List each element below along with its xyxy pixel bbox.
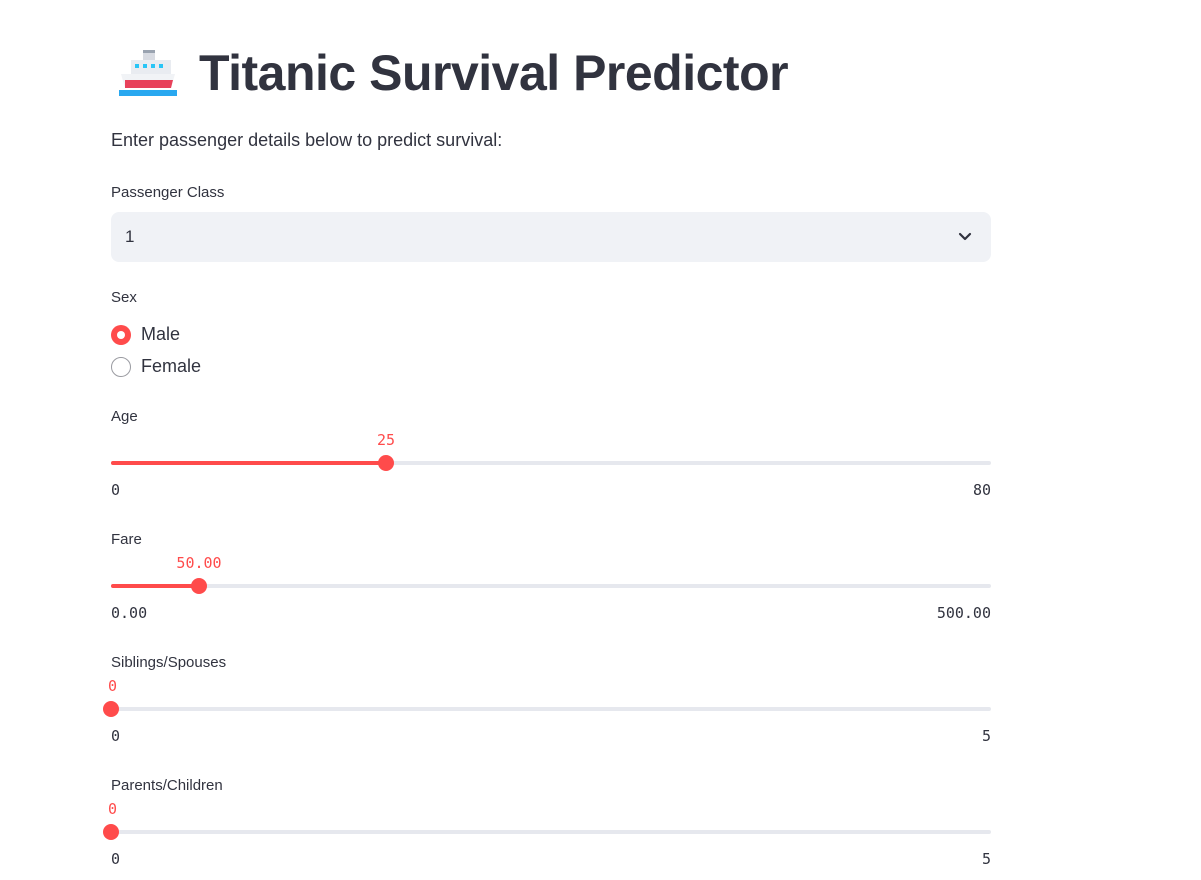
radio-male[interactable]: Male <box>111 324 180 345</box>
passenger-class-label: Passenger Class <box>111 184 225 201</box>
siblings-spouses-label: Siblings/Spouses <box>111 654 227 671</box>
slider-min-label: 0 <box>111 727 121 745</box>
slider-value: 0 <box>108 677 118 695</box>
slider-thumb[interactable] <box>378 455 394 471</box>
radio-male-label: Male <box>141 324 181 344</box>
slider-fill <box>111 461 386 465</box>
siblings-spouses-slider[interactable]: 0 0 5 <box>103 677 991 757</box>
chevron-down-icon <box>958 232 972 241</box>
slider-value: 25 <box>376 431 396 449</box>
slider-value: 0 <box>108 800 118 818</box>
fare-label: Fare <box>111 531 142 548</box>
radio-unselected-icon <box>111 356 131 377</box>
passenger-class-select[interactable]: 1 <box>111 212 991 262</box>
radio-selected-icon <box>111 324 131 345</box>
ship-icon <box>119 50 177 96</box>
slider-thumb[interactable] <box>103 701 119 717</box>
slider-track[interactable] <box>111 707 991 711</box>
slider-track[interactable] <box>111 584 991 588</box>
age-label: Age <box>111 408 138 425</box>
passenger-class-value: 1 <box>125 227 135 246</box>
slider-thumb[interactable] <box>191 578 207 594</box>
parents-children-label: Parents/Children <box>111 777 223 794</box>
slider-track[interactable] <box>111 830 991 834</box>
slider-min-label: 0.00 <box>111 604 148 622</box>
age-slider[interactable]: 25 0 80 <box>111 431 991 511</box>
fare-slider[interactable]: 50.00 0.00 500.00 <box>111 554 991 634</box>
slider-min-label: 0 <box>111 850 121 868</box>
parents-children-slider[interactable]: 0 0 5 <box>103 800 991 880</box>
slider-value: 50.00 <box>176 554 222 572</box>
slider-max-label: 5 <box>981 727 991 745</box>
slider-max-label: 500.00 <box>936 604 991 622</box>
slider-max-label: 80 <box>972 481 991 499</box>
intro-text: Enter passenger details below to predict… <box>111 130 503 150</box>
radio-female-label: Female <box>141 356 202 376</box>
radio-female[interactable]: Female <box>111 356 201 377</box>
page-title: Titanic Survival Predictor <box>199 45 789 101</box>
title-row: Titanic Survival Predictor <box>119 42 789 104</box>
slider-min-label: 0 <box>111 481 121 499</box>
slider-thumb[interactable] <box>103 824 119 840</box>
slider-max-label: 5 <box>981 850 991 868</box>
slider-fill <box>111 584 199 588</box>
sex-label: Sex <box>111 289 137 306</box>
